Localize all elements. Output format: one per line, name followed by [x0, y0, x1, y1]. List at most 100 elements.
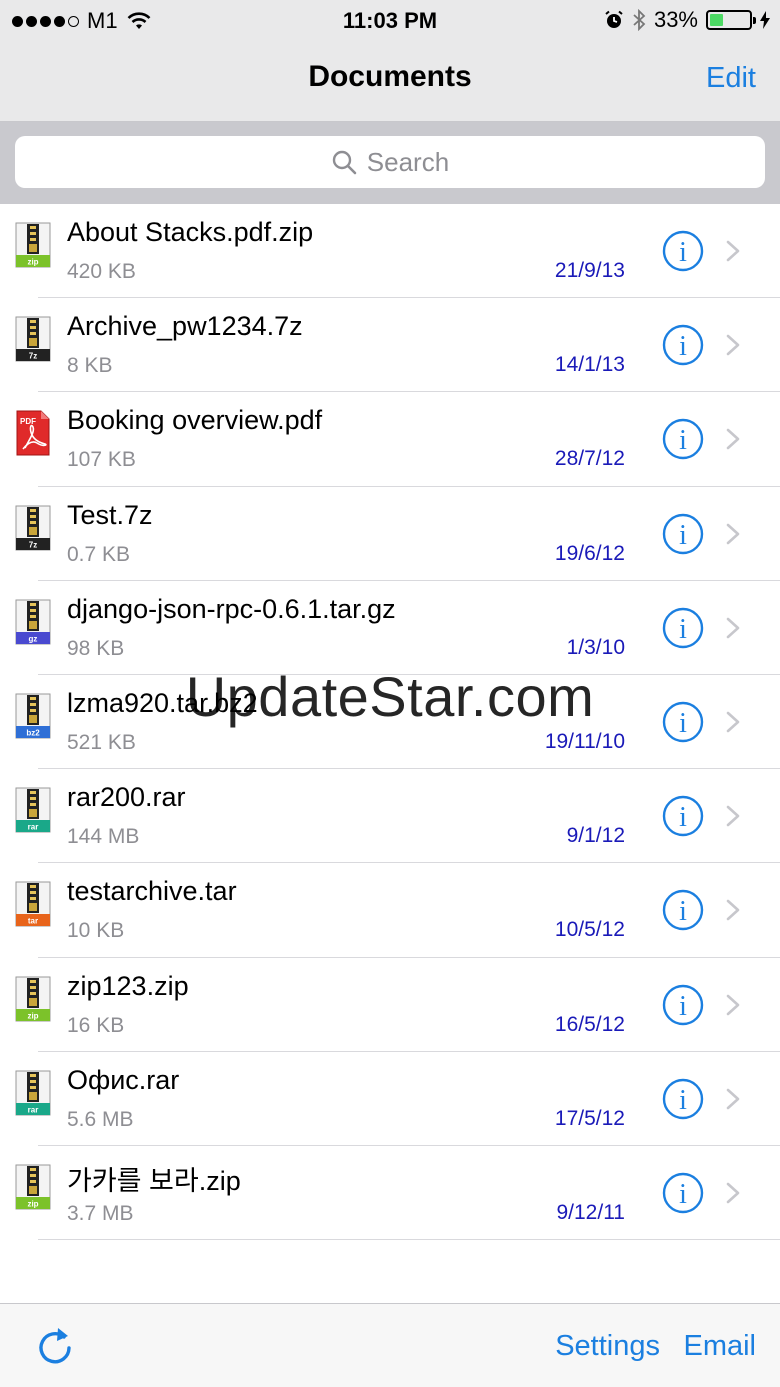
file-name: testarchive.tar: [67, 876, 237, 907]
chevron-right-icon: [726, 1088, 740, 1109]
file-row[interactable]: rar rar200.rar 144 MB 9/1/12 i: [0, 769, 780, 864]
file-date: 10/5/12: [554, 918, 625, 942]
svg-text:i: i: [679, 425, 687, 456]
svg-text:rar: rar: [28, 823, 39, 832]
chevron-right-icon: [726, 429, 740, 450]
chevron-right-icon: [726, 711, 740, 733]
file-name: rar200.rar: [67, 782, 186, 813]
file-date: 1/3/10: [566, 635, 625, 659]
svg-text:i: i: [679, 520, 687, 551]
alarm-icon: [605, 10, 623, 28]
chevron-right-icon: [726, 994, 740, 1015]
page-title: Documents: [308, 60, 472, 93]
search-bar: Search: [0, 122, 780, 204]
chevron-right-icon: [726, 1182, 740, 1204]
pdf-file-icon: PDF: [16, 410, 50, 456]
info-icon[interactable]: i: [662, 984, 704, 1026]
7z-archive-icon: 7z: [15, 316, 51, 362]
info-icon[interactable]: i: [662, 418, 704, 460]
file-size: 16 KB: [67, 1013, 125, 1037]
file-name: 가카를 보라.zip: [67, 1165, 241, 1196]
file-date: 9/1/12: [566, 824, 625, 848]
search-placeholder: Search: [366, 146, 450, 177]
file-size: 107 KB: [67, 448, 136, 472]
file-row[interactable]: zip About Stacks.pdf.zip 420 KB 21/9/13 i: [0, 204, 780, 299]
file-date: 16/5/12: [554, 1012, 625, 1036]
svg-text:zip: zip: [27, 1011, 38, 1020]
rar-archive-icon: rar: [15, 787, 51, 833]
tar-archive-icon: tar: [15, 881, 51, 927]
file-row[interactable]: 7z Archive_pw1234.7z 8 KB 14/1/13 i: [0, 298, 780, 393]
info-icon[interactable]: i: [662, 1172, 704, 1214]
info-icon[interactable]: i: [662, 607, 704, 649]
file-date: 28/7/12: [554, 447, 625, 471]
svg-text:i: i: [679, 991, 687, 1022]
file-row[interactable]: zip zip123.zip 16 KB 16/5/12 i: [0, 958, 780, 1052]
search-icon: [332, 150, 357, 175]
info-icon[interactable]: i: [662, 324, 704, 366]
7z-archive-icon: 7z: [15, 505, 51, 551]
file-date: 14/1/13: [554, 353, 625, 377]
file-size: 3.7 MB: [67, 1201, 134, 1225]
info-icon[interactable]: i: [662, 701, 704, 743]
svg-text:i: i: [679, 1179, 687, 1210]
file-size: 521 KB: [67, 730, 136, 754]
chevron-right-icon: [726, 240, 740, 262]
svg-text:i: i: [679, 708, 687, 739]
info-icon[interactable]: i: [662, 889, 704, 931]
edit-button[interactable]: Edit: [706, 62, 756, 95]
file-row[interactable]: tar testarchive.tar 10 KB 10/5/12 i: [0, 863, 780, 958]
svg-text:PDF: PDF: [20, 417, 36, 426]
email-button[interactable]: Email: [683, 1330, 756, 1363]
settings-button[interactable]: Settings: [555, 1330, 660, 1363]
file-size: 5.6 MB: [67, 1107, 134, 1131]
info-icon[interactable]: i: [662, 795, 704, 837]
file-name: zip123.zip: [67, 970, 189, 1001]
file-date: 19/6/12: [554, 541, 625, 565]
file-row[interactable]: gz django-json-rpc-0.6.1.tar.gz 98 KB 1/3/1…: [0, 581, 780, 676]
file-size: 420 KB: [67, 260, 136, 283]
file-row[interactable]: 7z Test.7z 0.7 KB 19/6/12 i: [0, 487, 780, 581]
status-right: 33%: [604, 7, 770, 33]
svg-text:tar: tar: [28, 917, 38, 926]
chevron-right-icon: [726, 900, 740, 921]
gz-archive-icon: gz: [15, 599, 51, 645]
bz2-archive-icon: bz2: [15, 693, 51, 739]
file-size: 144 MB: [67, 825, 140, 849]
rar-archive-icon: rar: [15, 1070, 51, 1116]
file-row[interactable]: PDF Booking overview.pdf 107 KB 28/7/12 i: [0, 392, 780, 487]
file-date: 17/5/12: [554, 1106, 625, 1130]
chevron-right-icon: [726, 617, 740, 639]
file-date: 9/12/11: [556, 1200, 625, 1224]
svg-text:rar: rar: [28, 1105, 39, 1114]
file-row[interactable]: bz2 lzma920.tar.bz2 521 KB 19/11/10 i: [0, 675, 780, 770]
svg-text:i: i: [679, 331, 687, 362]
file-date: 19/11/10: [544, 729, 625, 753]
file-name: Test.7z: [67, 499, 153, 530]
file-row[interactable]: zip 가카를 보라.zip 3.7 MB 9/12/11 i: [0, 1146, 780, 1241]
zip-archive-icon: zip: [15, 222, 51, 268]
chevron-right-icon: [726, 805, 740, 827]
file-size: 8 KB: [67, 354, 113, 378]
svg-text:bz2: bz2: [26, 728, 40, 737]
zip-archive-icon: zip: [15, 1164, 51, 1210]
search-input[interactable]: Search: [15, 136, 765, 188]
header: M1 11:03 PM 33% Documents Edit: [0, 0, 780, 122]
svg-text:i: i: [679, 802, 687, 833]
info-icon[interactable]: i: [662, 230, 704, 272]
battery-percent: 33%: [653, 7, 698, 32]
charging-icon: [760, 11, 770, 29]
info-icon[interactable]: i: [662, 1078, 704, 1120]
file-date: 21/9/13: [554, 259, 625, 282]
battery-icon: [706, 10, 756, 30]
svg-text:7z: 7z: [29, 540, 37, 549]
info-icon[interactable]: i: [662, 513, 704, 555]
svg-text:gz: gz: [29, 634, 38, 643]
svg-text:i: i: [679, 896, 687, 927]
file-row[interactable]: rar Офис.rar 5.6 MB 17/5/12 i: [0, 1052, 780, 1147]
refresh-icon[interactable]: [34, 1324, 76, 1368]
file-name: About Stacks.pdf.zip: [67, 217, 314, 247]
svg-text:zip: zip: [27, 1199, 38, 1208]
file-size: 0.7 KB: [67, 542, 131, 566]
file-name: Archive_pw1234.7z: [67, 311, 303, 342]
